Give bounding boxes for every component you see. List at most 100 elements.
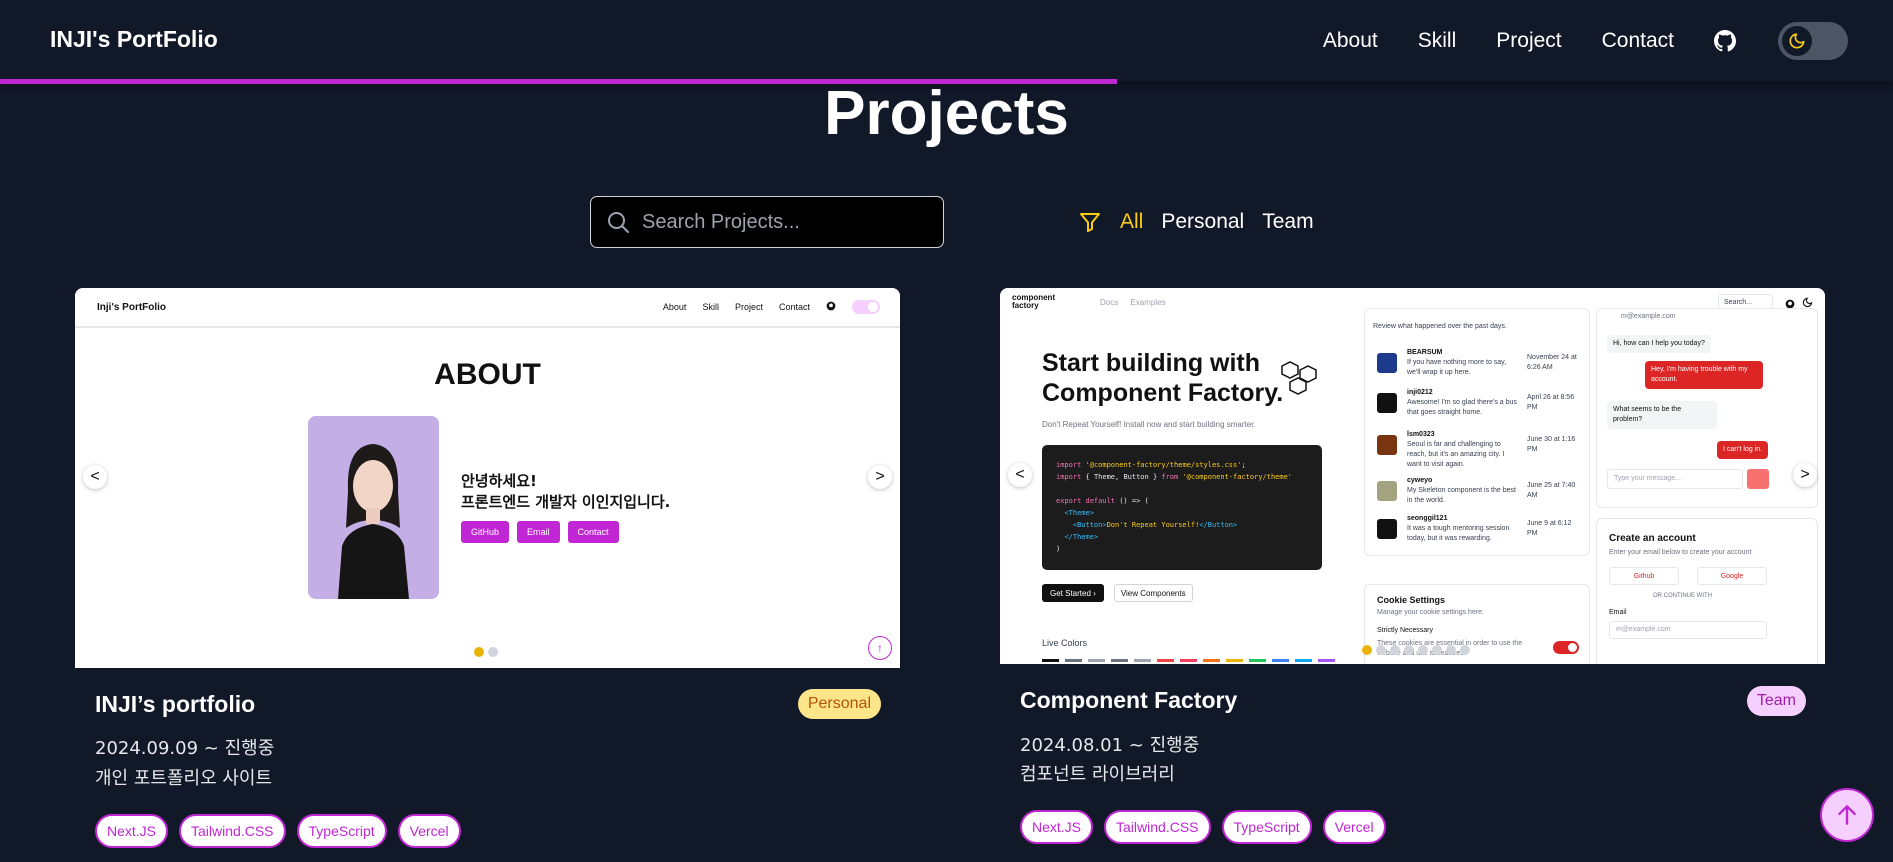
project-date: 2024.08.01 ~ 진행중 <box>1020 735 1200 756</box>
nav-contact[interactable]: Contact <box>1602 29 1674 53</box>
site-header: INJI's PortFolio About Skill Project Con… <box>0 0 1893 82</box>
preview-greeting: 안녕하세요! 프론트엔드 개발자 이인지입니다. <box>461 471 670 513</box>
carousel-dot[interactable] <box>1460 645 1470 655</box>
preview-nav-project: Project <box>734 302 763 312</box>
chat-message: What seems to be the problem? <box>1607 401 1717 429</box>
preview-greeting-line: 안녕하세요! <box>461 472 537 490</box>
review-date: November 24 at 6:26 AM <box>1527 354 1577 371</box>
preview-hero-line: Start building with <box>1042 349 1261 377</box>
carousel-dot[interactable] <box>1376 645 1386 655</box>
preview-github-icon <box>826 301 836 313</box>
preview-subtitle: Don't Repeat Yourself! Install now and s… <box>1042 420 1256 429</box>
carousel-dot[interactable] <box>1390 645 1400 655</box>
tech-tags: Next.JS Tailwind.CSS TypeScript Vercel <box>95 814 472 848</box>
oauth-github-button: Github <box>1609 567 1679 585</box>
carousel-dot[interactable] <box>1446 645 1456 655</box>
nav-project[interactable]: Project <box>1496 29 1561 53</box>
preview-account-panel: Create an account Enter your email below… <box>1596 518 1818 664</box>
filter-personal[interactable]: Personal <box>1161 210 1244 234</box>
tech-tag: TypeScript <box>1221 810 1312 844</box>
account-title: Create an account <box>1609 533 1696 544</box>
preview-nav-examples: Examples <box>1130 298 1166 307</box>
review-date: April 26 at 8:56 PM <box>1527 394 1575 411</box>
or-divider: OR CONTINUE WITH <box>1653 593 1712 599</box>
preview-reviews-panel: Review what happened over the past days.… <box>1364 308 1590 556</box>
chat-input: Type your message... <box>1607 469 1743 489</box>
carousel-next-button[interactable]: > <box>1793 463 1817 487</box>
preview-get-started-button: Get Started › <box>1042 584 1104 602</box>
preview-hero-line: Component Factory. <box>1042 379 1284 407</box>
carousel-dots <box>474 647 502 657</box>
project-description: 컴포넌트 라이브러리 <box>1020 764 1175 785</box>
search-input[interactable] <box>642 210 932 234</box>
carousel-dot[interactable] <box>488 647 498 657</box>
chat-email: m@example.com <box>1621 313 1676 320</box>
search-box[interactable] <box>590 196 944 248</box>
review-text: It was a tough mentoring session today, … <box>1407 525 1510 542</box>
nav-skill[interactable]: Skill <box>1418 29 1457 53</box>
review-name: cyweyo <box>1407 477 1433 484</box>
carousel-dots <box>1362 645 1474 655</box>
preview-nav: Inji's PortFolio About Skill Project Con… <box>75 288 900 328</box>
chat-message: Hi, how can I help you today? <box>1607 335 1711 353</box>
carousel-dot-active[interactable] <box>474 647 484 657</box>
project-preview-carousel[interactable]: component factory Docs Examples Search..… <box>1000 288 1825 664</box>
profile-photo <box>308 416 439 599</box>
project-title: INJI’s portfolio <box>95 691 256 717</box>
preview-email-button: Email <box>517 521 560 543</box>
preview-review-row: BEARSUM If you have nothing more to say,… <box>1377 349 1587 389</box>
carousel-next-button[interactable]: > <box>868 465 892 489</box>
filter-icon <box>1080 213 1100 232</box>
arrow-up-icon <box>1838 805 1856 825</box>
preview-logo: component factory <box>1012 294 1055 310</box>
tech-tag: Next.JS <box>1020 810 1094 844</box>
site-brand[interactable]: INJI's PortFolio <box>50 26 218 53</box>
tech-tag: Next.JS <box>95 814 169 848</box>
preview-review-row: inji0212 Awesome! I'm so glad there's a … <box>1377 389 1587 429</box>
preview-intro-line: 프론트엔드 개발자 이인지입니다. <box>461 493 671 511</box>
theme-toggle[interactable] <box>1778 22 1848 60</box>
moon-icon <box>1782 26 1812 56</box>
carousel-prev-button[interactable]: < <box>83 465 107 489</box>
carousel-dot[interactable] <box>1404 645 1414 655</box>
carousel-dot[interactable] <box>1418 645 1428 655</box>
preview-chat-panel: m@example.com Hi, how can I help you tod… <box>1596 308 1818 508</box>
scroll-to-top-button[interactable] <box>1820 788 1874 842</box>
preview-code-block: import '@component-factory/theme/styles.… <box>1042 445 1322 570</box>
preview-view-components-button: View Components <box>1113 584 1193 602</box>
main-nav: About Skill Project Contact <box>1323 0 1893 82</box>
carousel-prev-button[interactable]: < <box>1008 463 1032 487</box>
cubes-icon <box>1281 361 1317 395</box>
preview-review-row: cyweyo My Skeleton component is the best… <box>1377 477 1587 517</box>
review-text: Awesome! I'm so glad there's a bus that … <box>1407 399 1517 416</box>
cookie-title: Cookie Settings <box>1377 595 1446 605</box>
preview-hero-buttons: Get Started › View Components <box>1042 584 1193 602</box>
project-card[interactable]: component factory Docs Examples Search..… <box>1000 288 1826 862</box>
preview-nav-skill: Skill <box>702 302 719 312</box>
email-input: m@example.com <box>1609 621 1767 639</box>
filter-team[interactable]: Team <box>1262 210 1313 234</box>
review-name: BEARSUM <box>1407 349 1443 356</box>
account-subtitle: Enter your email below to create your ac… <box>1609 549 1752 556</box>
preview-scroll-up-icon: ↑ <box>868 636 892 660</box>
cookie-item: Strictly Necessary <box>1377 627 1434 634</box>
github-icon[interactable] <box>1714 29 1738 53</box>
filter-all[interactable]: All <box>1120 210 1143 234</box>
project-description: 개인 포트폴리오 사이트 <box>95 768 273 789</box>
project-type-badge: Team <box>1746 686 1806 716</box>
search-icon <box>608 212 629 233</box>
review-date: June 30 at 1:16 PM <box>1527 436 1576 453</box>
carousel-dot[interactable] <box>1432 645 1442 655</box>
chat-message: Hey, I'm having trouble with my account. <box>1645 361 1763 389</box>
project-filters: All Personal Team <box>1078 205 1314 239</box>
nav-about[interactable]: About <box>1323 29 1378 53</box>
carousel-dot-active[interactable] <box>1362 645 1372 655</box>
project-preview-carousel[interactable]: Inji's PortFolio About Skill Project Con… <box>75 288 900 668</box>
tech-tags: Next.JS Tailwind.CSS TypeScript Vercel <box>1020 810 1397 844</box>
tech-tag: TypeScript <box>296 814 387 848</box>
review-text: If you have nothing more to say, we'll w… <box>1407 359 1507 376</box>
project-date: 2024.09.09 ~ 진행중 <box>95 738 275 759</box>
oauth-google-button: Google <box>1697 567 1767 585</box>
preview-contact-button: Contact <box>567 521 619 543</box>
project-card[interactable]: Inji's PortFolio About Skill Project Con… <box>75 288 901 862</box>
